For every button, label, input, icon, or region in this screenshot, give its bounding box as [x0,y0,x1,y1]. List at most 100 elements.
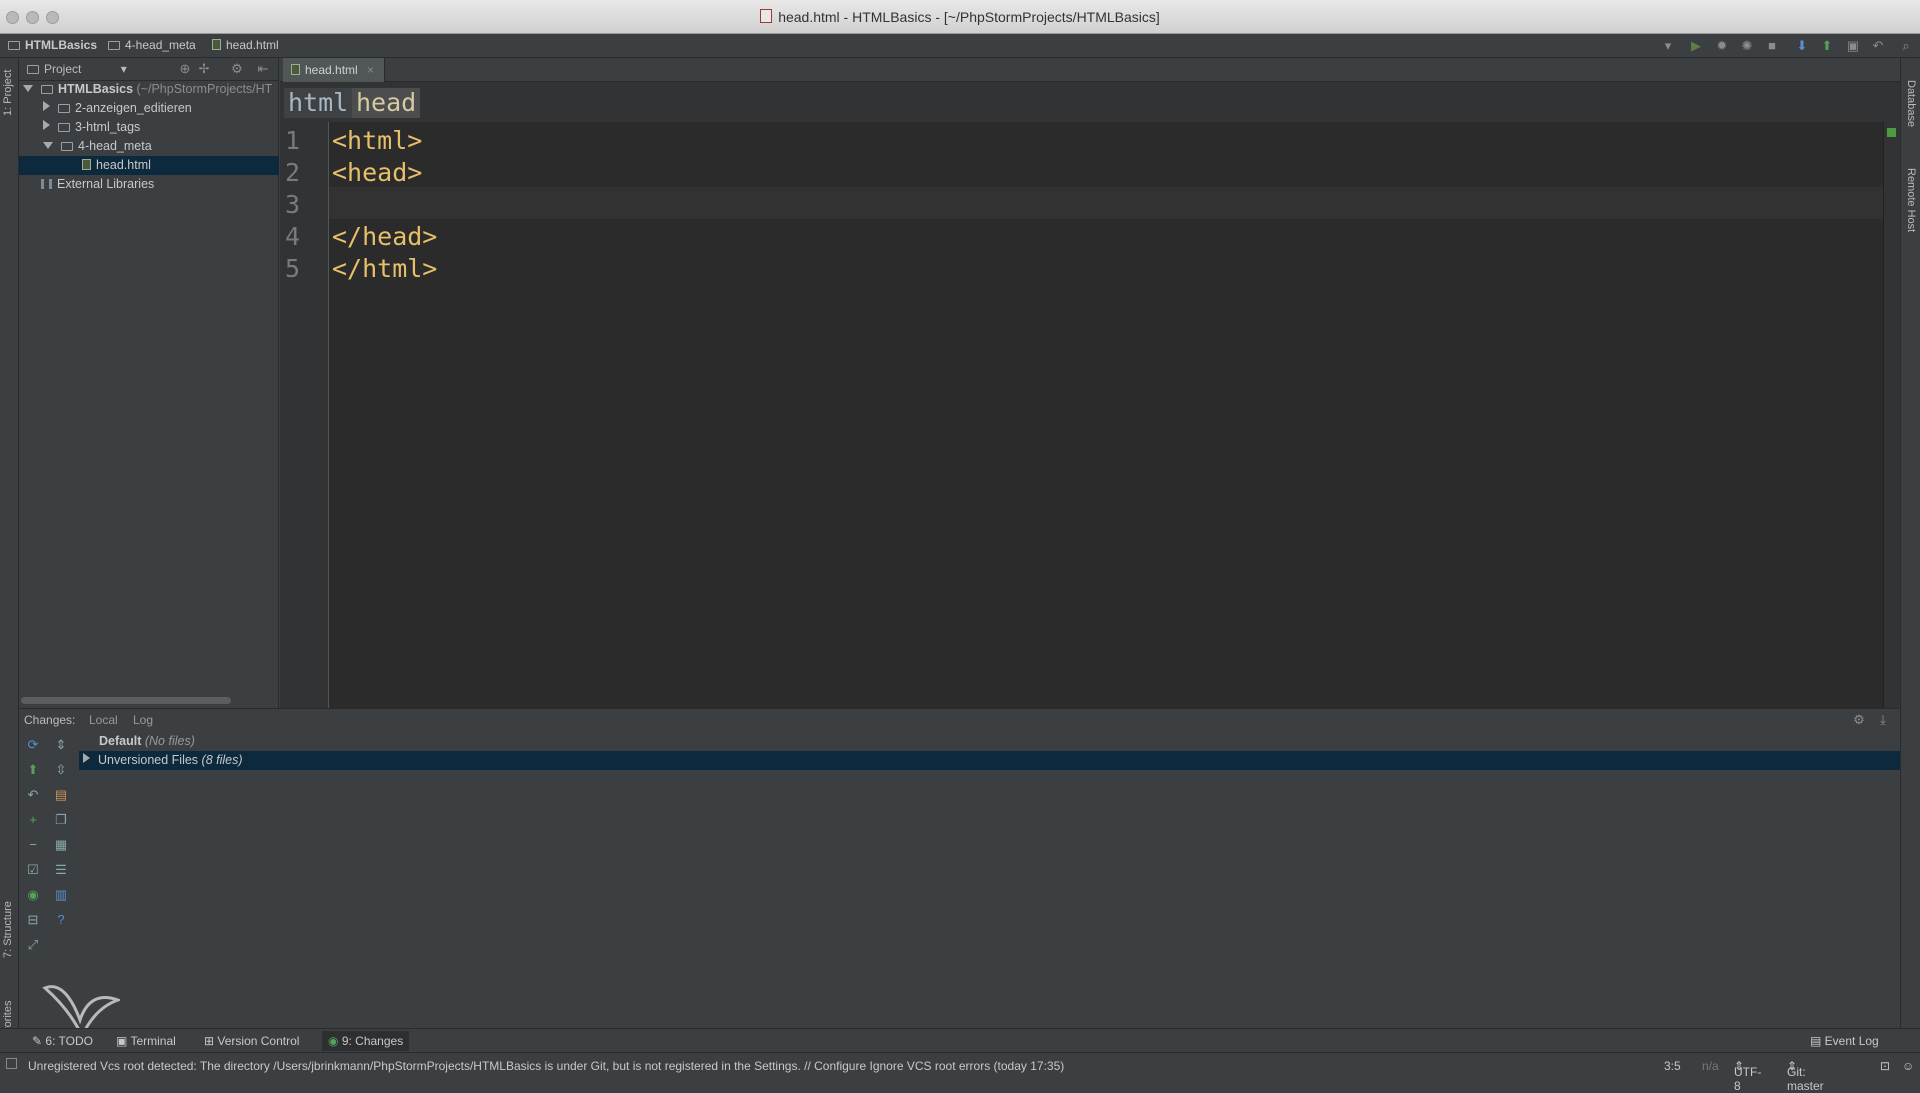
shelve-icon[interactable]: ☰ [53,862,69,878]
collapse-all-icon[interactable]: ⇳ [53,762,69,778]
collapse-all-icon[interactable]: ✢ [196,61,212,77]
event-log-icon: ▤ [1810,1034,1825,1048]
help-icon[interactable]: ? [53,912,69,928]
tree-root[interactable]: HTMLBasics (~/PhpStormProjects/HT [23,80,272,99]
vcs-commit-icon[interactable]: ⬆ [1819,38,1835,54]
nav-crumb-project[interactable]: HTMLBasics [8,38,97,52]
tool-tab-remote-host[interactable]: Remote Host [1905,168,1917,232]
chevron-down-icon: ▾ [120,62,127,76]
tool-tab-version-control[interactable]: ⊞ Version Control [198,1031,305,1051]
todo-icon: ✎ [32,1034,46,1048]
group-by-icon[interactable]: ▤ [53,787,69,803]
vcs-update-icon[interactable]: ⬇ [1794,38,1810,54]
stop-icon[interactable]: ■ [1764,38,1780,54]
changes-panel: Changes: Local Log ⚙ ⤓ ⟳ ⇕ ⬆ ⇳ ↶ ▤ + ❐ −… [19,708,1900,1028]
vcs-commit-icon[interactable]: ⬆ [25,762,41,778]
inspection-ok-icon[interactable] [1887,128,1896,137]
code-editor[interactable]: html head 1 2 3 4 5 <html> <head> </head… [280,82,1900,708]
rollback-icon[interactable]: ↶ [25,787,41,803]
nav-crumb-file[interactable]: head.html [212,38,279,52]
right-tool-strip: Database Remote Host [1900,58,1920,1028]
tree-item-file-selected[interactable]: head.html [19,156,279,175]
scroll-from-source-icon[interactable]: ⊕ [177,61,193,77]
status-bar: Unregistered Vcs root detected: The dire… [0,1052,1920,1093]
inspector-icon[interactable]: ☺ [1902,1059,1914,1073]
folder-icon [58,123,70,132]
lock-icon[interactable]: ⊟ [25,912,41,928]
line-number: 1 [284,126,300,155]
collapse-arrow-icon[interactable] [23,85,33,92]
lock-icon[interactable]: ⊡ [1880,1059,1890,1073]
tree-item-folder[interactable]: 3-html_tags [43,118,140,137]
debug-icon[interactable]: ✹ [1714,38,1730,54]
window-title-text: head.html - HTMLBasics - [~/PhpStormProj… [778,9,1160,25]
nav-crumb-folder[interactable]: 4-head_meta [108,38,196,52]
coverage-icon[interactable]: ✺ [1739,38,1755,54]
hide-panel-icon[interactable]: ⇤ [255,61,271,77]
update-icon[interactable]: ◉ [25,887,41,903]
expand-arrow-icon[interactable] [43,120,50,130]
checkbox-icon[interactable]: ☑ [25,862,41,878]
project-horizontal-scrollbar[interactable] [21,697,231,704]
tool-tab-changes[interactable]: ◉ 9: Changes [322,1031,410,1051]
compare-icon[interactable]: ▣ [1845,38,1861,54]
collapse-arrow-icon[interactable] [43,142,53,149]
tab-log[interactable]: Log [133,709,153,731]
tab-local[interactable]: Local [89,709,118,731]
tool-tab-todo[interactable]: ✎ 6: TODO [26,1031,99,1051]
run-config-dropdown-icon[interactable]: ▾ [1660,38,1676,54]
tab-head-html[interactable]: head.html × [283,58,386,82]
refresh-icon[interactable]: ⟳ [25,737,41,753]
line-number: 2 [284,158,300,187]
editor-breadcrumbs: html head [280,82,1900,122]
library-icon [41,179,52,189]
window-title: head.html - HTMLBasics - [~/PhpStormProj… [0,9,1920,25]
code-line[interactable]: </html> [332,254,437,283]
search-everywhere-icon[interactable]: ⌕ [1898,38,1914,54]
breadcrumb-html[interactable]: html [284,88,353,118]
diff-icon[interactable]: ▦ [53,837,69,853]
caret-position[interactable]: 3:5 [1664,1059,1681,1073]
run-icon[interactable]: ▶ [1688,38,1704,54]
expand-arrow-icon[interactable] [83,753,90,763]
git-branch[interactable]: Git: master ⇕ [1787,1059,1824,1093]
code-line[interactable]: </head> [332,222,437,251]
html-file-icon [212,39,221,50]
copy-icon[interactable]: ❐ [53,812,69,828]
tool-tab-structure[interactable]: 7: Structure [2,901,14,958]
preview-icon[interactable]: ▥ [53,887,69,903]
current-line-highlight [328,187,1888,219]
add-icon[interactable]: + [25,812,41,828]
file-encoding[interactable]: UTF-8 ⇕ [1734,1059,1761,1093]
tree-item-folder[interactable]: 2-anzeigen_editieren [43,99,192,118]
navigation-bar: HTMLBasics 4-head_meta head.html ▾ ▶ ✹ ✺… [0,34,1920,58]
tool-tab-terminal[interactable]: ▣ Terminal [110,1031,182,1051]
status-message[interactable]: Unregistered Vcs root detected: The dire… [28,1059,1064,1073]
changelist-default[interactable]: Default (No files) [99,732,195,751]
gear-icon[interactable]: ⚙ [229,61,245,77]
revert-icon[interactable]: ↶ [1870,38,1886,54]
breadcrumb-head[interactable]: head [352,88,421,118]
changelist-unversioned[interactable]: Unversioned Files (8 files) [83,751,243,770]
folder-icon [41,85,53,94]
tool-tab-project[interactable]: 1: Project [2,70,14,116]
expand-all-icon[interactable]: ⇕ [53,737,69,753]
tree-item-libraries[interactable]: External Libraries [41,175,154,194]
html-file-icon [82,159,91,170]
remove-icon[interactable]: − [25,837,41,853]
folder-icon [8,41,20,50]
tree-item-folder[interactable]: 4-head_meta [43,137,152,156]
code-line[interactable]: <html> [332,126,422,155]
tool-tab-database[interactable]: Database [1905,80,1917,127]
hide-panel-icon[interactable]: ⤓ [1875,712,1891,728]
expand-icon[interactable]: ⤢ [25,937,41,953]
gear-icon[interactable]: ⚙ [1851,712,1867,728]
project-view-selector[interactable]: Project ▾ [27,62,127,76]
code-line[interactable]: <head> [332,158,422,187]
toggle-tool-windows-icon[interactable] [6,1058,17,1069]
close-tab-icon[interactable]: × [367,63,374,77]
expand-arrow-icon[interactable] [43,101,50,111]
left-tool-strip: 1: Project 7: Structure 2: Favorites [0,58,19,1058]
tool-tab-event-log[interactable]: ▤ Event Log [1804,1031,1885,1051]
changelist-unversioned-selected[interactable] [79,751,1900,770]
